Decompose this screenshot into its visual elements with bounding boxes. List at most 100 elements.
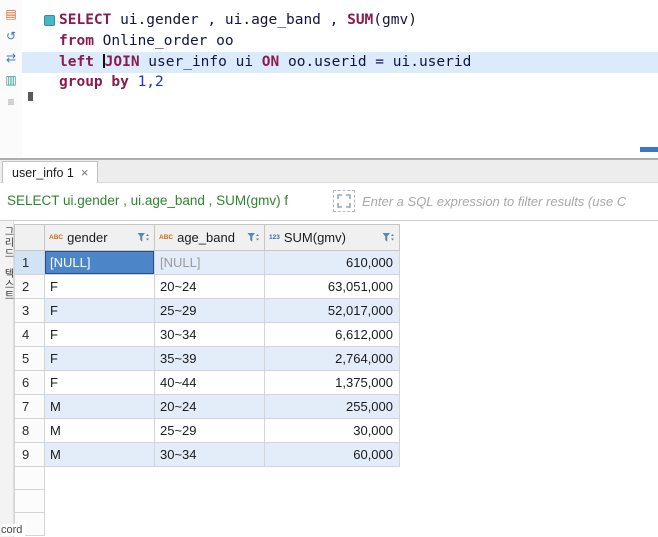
grid-cell[interactable]: 20~24	[155, 395, 265, 419]
table-row: 6 F 40~44 1,375,000	[14, 371, 400, 395]
column-label: gender	[67, 230, 108, 245]
editor-scrollbar[interactable]	[640, 147, 658, 152]
row-number[interactable]: 6	[14, 371, 45, 395]
grid-cell[interactable]: 30~34	[155, 323, 265, 347]
empty-row-number	[14, 490, 45, 513]
editor-toolbar: ▤ ↺ ⇄ ▥ ≡	[0, 0, 22, 158]
grid-cell[interactable]: 30,000	[265, 419, 400, 443]
column-header-ageband[interactable]: ABC age_band	[155, 224, 265, 251]
active-query-label: SELECT ui.gender , ui.age_band , SUM(gmv…	[7, 193, 289, 208]
gutter-marker-icon	[28, 92, 33, 101]
grid-cell[interactable]: F	[45, 347, 155, 371]
sql-token: SUM	[347, 12, 374, 28]
sql-line[interactable]: from Online_order oo	[59, 31, 471, 52]
grid-cell[interactable]: F	[45, 323, 155, 347]
column-label: SUM(gmv)	[283, 230, 346, 245]
results-view-tab-text[interactable]: 텍스트	[0, 268, 15, 301]
grid-cell[interactable]: 30~34	[155, 443, 265, 467]
record-label-partial: cord	[1, 524, 26, 536]
table-row: 4 F 30~34 6,612,000	[14, 323, 400, 347]
grid-cell[interactable]: 52,017,000	[265, 299, 400, 323]
filter-sort-icon[interactable]	[382, 232, 395, 244]
grid-cell[interactable]: 25~29	[155, 419, 265, 443]
table-row: 7 M 20~24 255,000	[14, 395, 400, 419]
sql-token: 1,2	[137, 74, 164, 91]
close-icon[interactable]: ×	[81, 166, 89, 179]
column-header-sumgmv[interactable]: 123 SUM(gmv)	[265, 224, 400, 251]
sql-token: ON	[261, 53, 280, 70]
sql-token: JOIN	[104, 53, 140, 70]
results-side-strip: 그리드텍스트	[0, 221, 14, 537]
sql-line[interactable]: left JOIN user_info ui ON oo.userid = ui…	[59, 52, 471, 73]
tab-label: user_info 1	[12, 165, 74, 180]
results-grid: ABC gender ABC age_band 123 SUM(gmv) 1 [NULL][…	[14, 224, 400, 536]
column-type-icon: ABC	[49, 234, 64, 241]
table-row: 5 F 35~39 2,764,000	[14, 347, 400, 371]
grid-cell[interactable]: 255,000	[265, 395, 400, 419]
grid-cell[interactable]: M	[45, 419, 155, 443]
grid-cell[interactable]: F	[45, 371, 155, 395]
dbeaver-sql-editor-window: ▤ ↺ ⇄ ▥ ≡ SELECT ui.gender , ui.age_band , S…	[0, 0, 658, 537]
more-actions-icon[interactable]: ≡	[3, 94, 19, 110]
empty-row-number	[14, 467, 45, 490]
grid-cell[interactable]: 40~44	[155, 371, 265, 395]
filter-sort-icon[interactable]	[137, 232, 150, 244]
sql-token: user_info ui	[139, 53, 262, 70]
row-number[interactable]: 9	[14, 443, 45, 467]
tab-user-info-1[interactable]: user_info 1 ×	[2, 161, 99, 183]
sql-token: from	[59, 32, 94, 49]
table-row: 2 F 20~24 63,051,000	[14, 275, 400, 299]
sql-line[interactable]: group by 1,2	[59, 72, 471, 93]
table-row: 8 M 25~29 30,000	[14, 419, 400, 443]
sql-code[interactable]: SELECT ui.gender , ui.age_band , SUM(gmv…	[59, 10, 471, 93]
row-number[interactable]: 2	[14, 275, 45, 299]
results-panel: 그리드 텍스트 ABC gender ABC age_band 123 SUM(gmv) 1…	[0, 221, 658, 537]
row-number[interactable]: 7	[14, 395, 45, 419]
grid-cell[interactable]: 60,000	[265, 443, 400, 467]
table-row: 9 M 30~34 60,000	[14, 443, 400, 467]
grid-cell[interactable]: [NULL]	[45, 251, 155, 275]
sql-editor-panel[interactable]: ▤ ↺ ⇄ ▥ ≡ SELECT ui.gender , ui.age_band , S…	[0, 0, 658, 158]
results-view-tab-grid[interactable]: 그리드	[0, 226, 15, 259]
grid-cell[interactable]: 6,612,000	[265, 323, 400, 347]
sql-token: SELECT	[59, 12, 112, 28]
table-row: 1 [NULL] [NULL] 610,000	[14, 251, 400, 275]
explain-plan-icon[interactable]: ▥	[3, 72, 19, 88]
grid-cell[interactable]: 2,764,000	[265, 347, 400, 371]
filter-sort-icon[interactable]	[247, 232, 260, 244]
result-filter-bar[interactable]: SELECT ui.gender , ui.age_band , SUM(gmv…	[0, 184, 658, 221]
table-row: 3 F 25~29 52,017,000	[14, 299, 400, 323]
row-number[interactable]: 5	[14, 347, 45, 371]
row-number[interactable]: 4	[14, 323, 45, 347]
row-number[interactable]: 1	[14, 251, 45, 275]
sql-line[interactable]: SELECT ui.gender , ui.age_band , SUM(gmv…	[59, 10, 471, 31]
expand-filter-icon[interactable]	[333, 190, 355, 212]
column-type-icon: 123	[269, 234, 280, 241]
column-label: age_band	[177, 230, 235, 245]
grid-header-row: ABC gender ABC age_band 123 SUM(gmv)	[14, 224, 400, 251]
grid-cell[interactable]: M	[45, 443, 155, 467]
export-result-icon[interactable]: ⇄	[3, 50, 19, 66]
row-number[interactable]: 8	[14, 419, 45, 443]
sql-token: ui.gender , ui.age_band ,	[111, 12, 348, 28]
grid-cell[interactable]: 25~29	[155, 299, 265, 323]
execute-script-icon[interactable]: ↺	[3, 28, 19, 44]
column-header-gender[interactable]: ABC gender	[45, 224, 155, 251]
sql-token: group by	[59, 74, 129, 91]
row-number[interactable]: 3	[14, 299, 45, 323]
grid-cell[interactable]: 20~24	[155, 275, 265, 299]
sql-token: (gmv)	[373, 12, 417, 28]
grid-cell[interactable]: 610,000	[265, 251, 400, 275]
execute-sql-icon[interactable]: ▤	[3, 6, 19, 22]
grid-cell[interactable]: M	[45, 395, 155, 419]
grid-cell[interactable]: F	[45, 275, 155, 299]
grid-cell[interactable]: 63,051,000	[265, 275, 400, 299]
grid-cell[interactable]: F	[45, 299, 155, 323]
results-view-tabs: 그리드텍스트	[0, 226, 13, 301]
grid-cell[interactable]: 1,375,000	[265, 371, 400, 395]
grid-cell[interactable]: [NULL]	[155, 251, 265, 275]
results-tabbar: user_info 1 ×	[0, 160, 658, 183]
grid-corner[interactable]	[14, 224, 45, 251]
grid-cell[interactable]: 35~39	[155, 347, 265, 371]
